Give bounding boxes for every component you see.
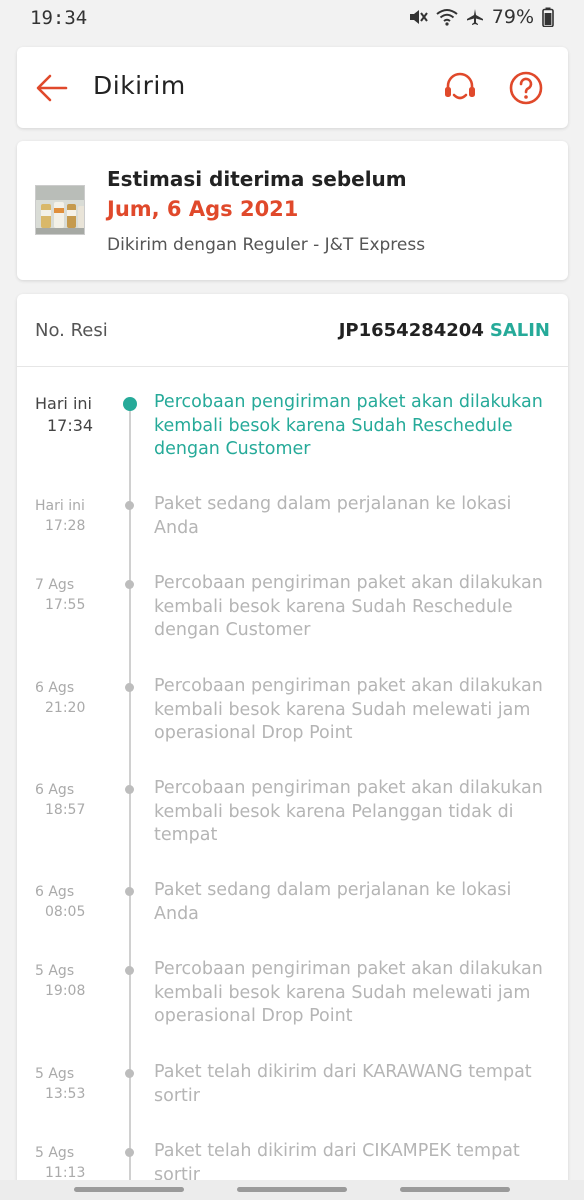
- event-description: Paket sedang dalam perjalanan ke lokasi …: [154, 880, 512, 924]
- nav-back-button[interactable]: [400, 1187, 510, 1192]
- app-bar: Dikirim: [17, 47, 568, 128]
- estimate-title: Estimasi diterima sebelum: [107, 167, 407, 191]
- timeline-dot: [125, 887, 134, 896]
- headset-icon[interactable]: [441, 69, 479, 107]
- back-arrow-icon[interactable]: [35, 71, 69, 105]
- tracking-number: JP1654284204: [338, 320, 484, 341]
- tracking-number-label: No. Resi: [35, 320, 108, 341]
- courier-info: Dikirim dengan Reguler - J&T Express: [107, 235, 426, 255]
- estimate-date: Jum, 6 Ags 2021: [107, 197, 299, 221]
- timeline-dot: [125, 501, 134, 510]
- tracking-card: No. Resi JP1654284204 SALIN Hari ini 17:3…: [17, 294, 568, 1200]
- nav-recents-button[interactable]: [74, 1187, 184, 1192]
- event-date: 6 Ags: [35, 884, 75, 900]
- event-description: Percobaan pengiriman paket akan dilakuka…: [154, 778, 543, 845]
- timeline-dot: [125, 966, 134, 975]
- event-date: 6 Ags: [35, 782, 75, 798]
- event-description: Percobaan pengiriman paket akan dilakuka…: [154, 676, 543, 743]
- page-title: Dikirim: [93, 71, 186, 100]
- timeline-line: [129, 404, 131, 1200]
- mute-icon: [409, 10, 428, 24]
- tracking-number-row: No. Resi JP1654284204 SALIN: [17, 294, 568, 367]
- timeline-dot: [125, 1069, 134, 1078]
- event-date: 5 Ags: [35, 963, 75, 979]
- event-date: 6 Ags: [35, 680, 75, 696]
- event-time: 08:05: [45, 904, 86, 920]
- timeline-dot: [125, 785, 134, 794]
- event-time: 13:53: [45, 1086, 86, 1102]
- event-description: Paket telah dikirim dari KARAWANG tempat…: [154, 1062, 532, 1106]
- event-time: 17:28: [45, 518, 86, 534]
- event-date: 5 Ags: [35, 1145, 75, 1161]
- product-thumbnail[interactable]: [35, 185, 85, 235]
- event-date: 7 Ags: [35, 577, 75, 593]
- delivery-estimate-card: Estimasi diterima sebelum Jum, 6 Ags 202…: [17, 141, 568, 280]
- event-description: Paket sedang dalam perjalanan ke lokasi …: [154, 494, 512, 538]
- status-time: 19:34: [30, 7, 88, 29]
- event-time: 21:20: [45, 700, 86, 716]
- timeline-dot: [123, 397, 137, 411]
- timeline-dot: [125, 683, 134, 692]
- wifi-icon: [436, 9, 458, 26]
- system-navigation-bar: [0, 1180, 584, 1200]
- event-time: 19:08: [45, 983, 86, 999]
- event-time: 17:34: [47, 416, 94, 435]
- event-description: Percobaan pengiriman paket akan dilakuka…: [154, 392, 543, 459]
- battery-icon: [542, 7, 554, 27]
- battery-level: 79%: [491, 6, 534, 28]
- copy-button[interactable]: SALIN: [490, 320, 550, 341]
- event-date: Hari ini: [35, 394, 92, 413]
- timeline-dot: [125, 1148, 134, 1157]
- status-bar: 19:34 79%: [0, 0, 584, 38]
- event-date: 5 Ags: [35, 1066, 75, 1082]
- airplane-icon: [466, 9, 483, 25]
- event-date: Hari ini: [35, 498, 85, 514]
- event-time: 18:57: [45, 802, 86, 818]
- event-time: 17:55: [45, 597, 86, 613]
- help-icon[interactable]: [507, 69, 545, 107]
- nav-home-button[interactable]: [237, 1187, 347, 1192]
- event-description: Percobaan pengiriman paket akan dilakuka…: [154, 573, 543, 640]
- status-icons: 79%: [408, 6, 554, 28]
- event-description: Percobaan pengiriman paket akan dilakuka…: [154, 959, 543, 1026]
- timeline-dot: [125, 580, 134, 589]
